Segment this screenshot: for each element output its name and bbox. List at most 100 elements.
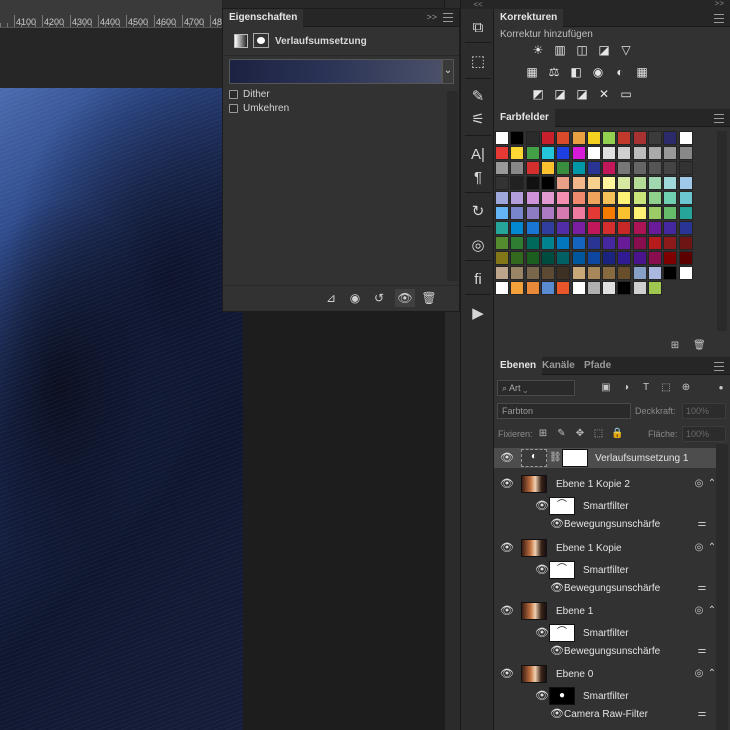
filter-effect-row[interactable]: 👁 Camera Raw-Filter ⚌: [494, 706, 716, 722]
eye-icon[interactable]: 👁: [535, 628, 549, 639]
color-swatch[interactable]: [678, 191, 693, 205]
color-swatch[interactable]: [663, 161, 678, 175]
color-swatch[interactable]: [602, 221, 617, 235]
color-swatch[interactable]: [586, 146, 601, 160]
color-swatch[interactable]: [648, 281, 662, 295]
color-swatch[interactable]: [495, 146, 509, 160]
gradient-map-icon[interactable]: [234, 34, 248, 48]
color-swatch[interactable]: [540, 146, 555, 160]
color-swatch[interactable]: [525, 281, 540, 295]
color-swatch[interactable]: [525, 176, 540, 190]
color-swatch[interactable]: [571, 191, 586, 205]
smart-filter-row[interactable]: 👁 ⌒ Smartfilter: [494, 560, 716, 580]
smart-object-filter-icon[interactable]: ⊕: [679, 381, 693, 395]
selective-color-icon[interactable]: ✕: [596, 87, 612, 101]
color-swatch[interactable]: [678, 206, 693, 220]
smart-filter-row[interactable]: 👁 ● Smartfilter: [494, 686, 716, 706]
color-swatch[interactable]: [495, 221, 509, 235]
color-swatch[interactable]: [678, 146, 693, 160]
color-swatch[interactable]: [525, 146, 540, 160]
photo-filter-icon[interactable]: ◉: [590, 65, 606, 79]
color-swatch[interactable]: [510, 191, 525, 205]
color-swatch[interactable]: [617, 176, 632, 190]
filter-options-icon[interactable]: ⚌: [696, 582, 708, 594]
color-swatch[interactable]: [571, 236, 586, 250]
color-swatch[interactable]: [663, 266, 678, 280]
smart-filter-row[interactable]: 👁 ⌒ Smartfilter: [494, 496, 716, 516]
panel-menu-icon[interactable]: [443, 13, 453, 22]
adjust-sliders-icon[interactable]: ⚟: [466, 108, 490, 132]
color-swatch[interactable]: [571, 176, 586, 190]
color-swatch[interactable]: [648, 176, 662, 190]
threshold-icon[interactable]: ◪: [574, 87, 590, 101]
color-swatch[interactable]: [617, 191, 632, 205]
color-swatch[interactable]: [663, 131, 678, 145]
color-swatch[interactable]: [525, 206, 540, 220]
color-swatch[interactable]: [602, 131, 617, 145]
filter-effect-row[interactable]: 👁 Bewegungsunschärfe ⚌: [494, 643, 716, 659]
filter-options-icon[interactable]: ⚌: [696, 645, 708, 657]
color-swatch[interactable]: [617, 221, 632, 235]
color-swatch[interactable]: [678, 266, 693, 280]
color-swatch[interactable]: [602, 191, 617, 205]
color-swatch[interactable]: [540, 131, 555, 145]
curves-icon[interactable]: ◫: [574, 43, 590, 57]
color-swatch[interactable]: [540, 176, 555, 190]
color-swatch[interactable]: [510, 266, 525, 280]
filter-options-icon[interactable]: ⚌: [696, 518, 708, 530]
transform-icon[interactable]: ↻: [466, 200, 490, 224]
tab-swatches[interactable]: Farbfelder: [494, 109, 555, 127]
color-swatch[interactable]: [510, 131, 525, 145]
color-swatch[interactable]: [556, 221, 571, 235]
color-swatch[interactable]: [540, 206, 555, 220]
color-swatch[interactable]: [663, 206, 678, 220]
color-swatch[interactable]: [617, 161, 632, 175]
color-swatch[interactable]: [495, 176, 509, 190]
view-previous-icon[interactable]: ◉: [345, 289, 365, 307]
filter-options-icon[interactable]: ⚌: [696, 708, 708, 720]
color-swatch[interactable]: [632, 206, 647, 220]
clip-to-layer-icon[interactable]: ⊿: [321, 289, 341, 307]
color-swatch[interactable]: [556, 176, 571, 190]
dither-checkbox[interactable]: [229, 89, 238, 99]
color-swatch[interactable]: [540, 236, 555, 250]
invert-icon[interactable]: ◩: [530, 87, 546, 101]
document-canvas[interactable]: [0, 88, 243, 730]
lock-artboard-icon[interactable]: ⬚: [593, 428, 605, 440]
eye-icon[interactable]: 👁: [500, 669, 514, 680]
vibrance-icon[interactable]: ▽: [618, 43, 634, 57]
color-swatch[interactable]: [571, 251, 586, 265]
pixel-filter-icon[interactable]: ▣: [599, 381, 613, 395]
color-swatch[interactable]: [586, 236, 601, 250]
layer-row[interactable]: 👁 Ebene 1 Kopie ◎ ⌃: [494, 538, 716, 558]
color-swatch[interactable]: [510, 146, 525, 160]
color-swatch[interactable]: [525, 251, 540, 265]
eye-icon[interactable]: 👁: [500, 453, 514, 464]
color-swatch[interactable]: [617, 236, 632, 250]
color-swatch[interactable]: [648, 206, 662, 220]
color-swatch[interactable]: [556, 191, 571, 205]
shape-filter-icon[interactable]: ⬚: [659, 381, 673, 395]
color-swatch[interactable]: [648, 161, 662, 175]
paths-icon[interactable]: ⬚: [466, 50, 490, 74]
fill-value[interactable]: 100%: [682, 426, 726, 442]
exposure-icon[interactable]: ◪: [596, 43, 612, 57]
color-swatch[interactable]: [495, 266, 509, 280]
reset-icon[interactable]: ↺: [369, 289, 389, 307]
color-swatch[interactable]: [525, 221, 540, 235]
type-filter-icon[interactable]: T: [639, 381, 653, 395]
posterize-icon[interactable]: ◪: [552, 87, 568, 101]
layers-3d-icon[interactable]: ⧉: [466, 16, 490, 40]
brush-icon[interactable]: ✎: [466, 85, 490, 109]
color-swatch[interactable]: [586, 281, 601, 295]
color-swatch[interactable]: [678, 176, 693, 190]
color-swatch[interactable]: [663, 191, 678, 205]
color-swatch[interactable]: [556, 161, 571, 175]
color-swatch[interactable]: [602, 266, 617, 280]
color-swatch[interactable]: [510, 251, 525, 265]
color-swatch[interactable]: [602, 251, 617, 265]
color-swatch[interactable]: [632, 266, 647, 280]
eye-icon[interactable]: 👁: [500, 543, 514, 554]
color-swatch[interactable]: [495, 191, 509, 205]
color-swatch[interactable]: [510, 161, 525, 175]
